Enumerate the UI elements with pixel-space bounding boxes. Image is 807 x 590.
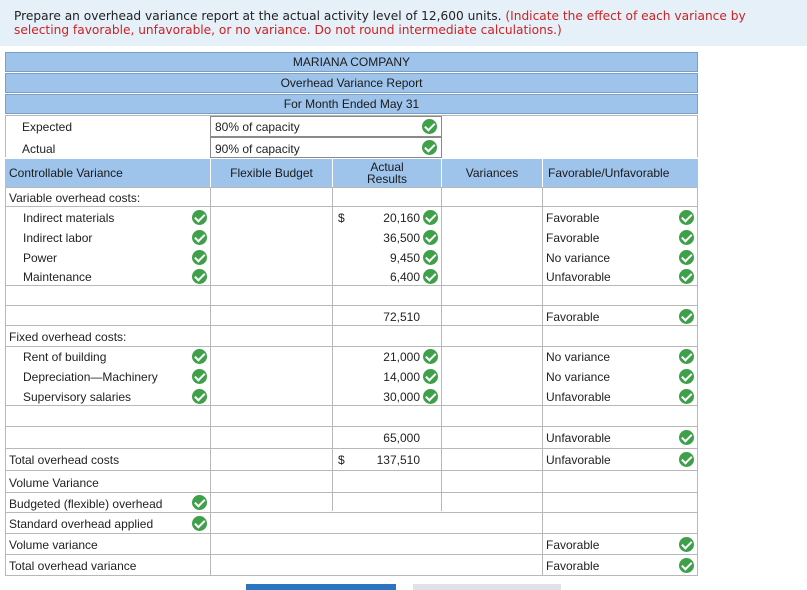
total-overhead-label: Total overhead costs xyxy=(9,453,120,467)
col-variances: Variances xyxy=(442,159,542,187)
indirect-materials-actual[interactable]: 20,160 xyxy=(355,211,420,225)
power-effect[interactable]: No variance xyxy=(546,251,610,265)
check-circle-icon xyxy=(423,389,438,404)
check-circle-icon xyxy=(679,369,694,384)
instructions-main: Prepare an overhead variance report at t… xyxy=(14,9,502,23)
indirect-labor-effect[interactable]: Favorable xyxy=(546,231,599,245)
actual-label: Actual xyxy=(22,142,56,156)
check-circle-icon xyxy=(192,516,207,531)
check-circle-icon xyxy=(423,269,438,284)
actual-capacity-value: 90% of capacity xyxy=(215,142,300,156)
check-circle-icon xyxy=(679,210,694,225)
expected-label: Expected xyxy=(22,120,73,134)
actual-capacity-select[interactable]: 90% of capacity xyxy=(210,137,442,158)
depreciation-actual[interactable]: 14,000 xyxy=(355,370,420,384)
volume-variance-label: Volume variance xyxy=(9,538,98,552)
col-controllable-variance: Controllable Variance xyxy=(5,159,210,187)
indirect-materials-label[interactable]: Indirect materials xyxy=(23,211,114,225)
check-circle-icon xyxy=(679,452,694,467)
check-circle-icon xyxy=(679,389,694,404)
total-overhead-variance-effect[interactable]: Favorable xyxy=(546,559,599,573)
prev-button[interactable] xyxy=(246,584,396,590)
col-actual-results: Actual Results xyxy=(333,159,441,187)
next-button[interactable] xyxy=(413,584,561,590)
expected-capacity-select[interactable]: 80% of capacity xyxy=(210,116,442,137)
depreciation-label[interactable]: Depreciation—Machinery xyxy=(23,370,158,384)
check-circle-icon xyxy=(192,389,207,404)
check-circle-icon xyxy=(192,369,207,384)
standard-overhead-label[interactable]: Standard overhead applied xyxy=(9,517,153,531)
maintenance-actual[interactable]: 6,400 xyxy=(355,270,420,284)
variable-total-actual[interactable]: 72,510 xyxy=(355,310,420,324)
indirect-labor-label[interactable]: Indirect labor xyxy=(23,231,92,245)
check-circle-icon xyxy=(423,230,438,245)
rent-label[interactable]: Rent of building xyxy=(23,350,106,364)
power-label[interactable]: Power xyxy=(23,251,57,265)
dollar-sign: $ xyxy=(338,453,345,467)
check-circle-icon xyxy=(422,140,437,155)
check-circle-icon xyxy=(192,269,207,284)
expected-capacity-value: 80% of capacity xyxy=(215,120,300,134)
total-overhead-variance-label: Total overhead variance xyxy=(9,559,137,573)
depreciation-effect[interactable]: No variance xyxy=(546,370,610,384)
check-circle-icon xyxy=(422,119,437,134)
check-circle-icon xyxy=(679,250,694,265)
power-actual[interactable]: 9,450 xyxy=(355,251,420,265)
budgeted-overhead-label[interactable]: Budgeted (flexible) overhead xyxy=(9,497,162,511)
check-circle-icon xyxy=(679,269,694,284)
check-circle-icon xyxy=(192,230,207,245)
variable-costs-heading: Variable overhead costs: xyxy=(9,191,141,205)
total-overhead-actual[interactable]: 137,510 xyxy=(355,453,420,467)
col-flexible-budget: Flexible Budget xyxy=(211,159,332,187)
check-circle-icon xyxy=(423,210,438,225)
check-circle-icon xyxy=(423,349,438,364)
fixed-total-actual[interactable]: 65,000 xyxy=(355,431,420,445)
supervisory-effect[interactable]: Unfavorable xyxy=(546,390,611,404)
overhead-variance-report: MARIANA COMPANY Overhead Variance Report… xyxy=(5,52,698,576)
dollar-sign: $ xyxy=(338,211,345,225)
report-period: For Month Ended May 31 xyxy=(5,94,698,114)
indirect-materials-effect[interactable]: Favorable xyxy=(546,211,599,225)
check-circle-icon xyxy=(192,210,207,225)
check-circle-icon xyxy=(192,495,207,510)
variable-total-effect[interactable]: Favorable xyxy=(546,310,599,324)
rent-effect[interactable]: No variance xyxy=(546,350,610,364)
fixed-costs-heading: Fixed overhead costs: xyxy=(9,330,127,344)
indirect-labor-actual[interactable]: 36,500 xyxy=(355,231,420,245)
check-circle-icon xyxy=(192,349,207,364)
volume-variance-heading: Volume Variance xyxy=(9,476,99,490)
check-circle-icon xyxy=(679,537,694,552)
check-circle-icon xyxy=(679,349,694,364)
total-overhead-effect[interactable]: Unfavorable xyxy=(546,453,611,467)
check-circle-icon xyxy=(679,558,694,573)
col-favorable-unfavorable: Favorable/Unfavorable xyxy=(543,159,698,187)
instructions-panel: Prepare an overhead variance report at t… xyxy=(0,0,807,46)
instructions-text: Prepare an overhead variance report at t… xyxy=(14,9,794,37)
report-title: Overhead Variance Report xyxy=(5,73,698,93)
maintenance-effect[interactable]: Unfavorable xyxy=(546,270,611,284)
rent-actual[interactable]: 21,000 xyxy=(355,350,420,364)
company-name: MARIANA COMPANY xyxy=(5,52,698,72)
check-circle-icon xyxy=(679,230,694,245)
check-circle-icon xyxy=(423,369,438,384)
volume-variance-effect[interactable]: Favorable xyxy=(546,538,599,552)
check-circle-icon xyxy=(423,250,438,265)
fixed-total-effect[interactable]: Unfavorable xyxy=(546,431,611,445)
supervisory-actual[interactable]: 30,000 xyxy=(355,390,420,404)
check-circle-icon xyxy=(679,309,694,324)
supervisory-label[interactable]: Supervisory salaries xyxy=(23,390,131,404)
maintenance-label[interactable]: Maintenance xyxy=(23,270,92,284)
check-circle-icon xyxy=(192,250,207,265)
check-circle-icon xyxy=(679,430,694,445)
